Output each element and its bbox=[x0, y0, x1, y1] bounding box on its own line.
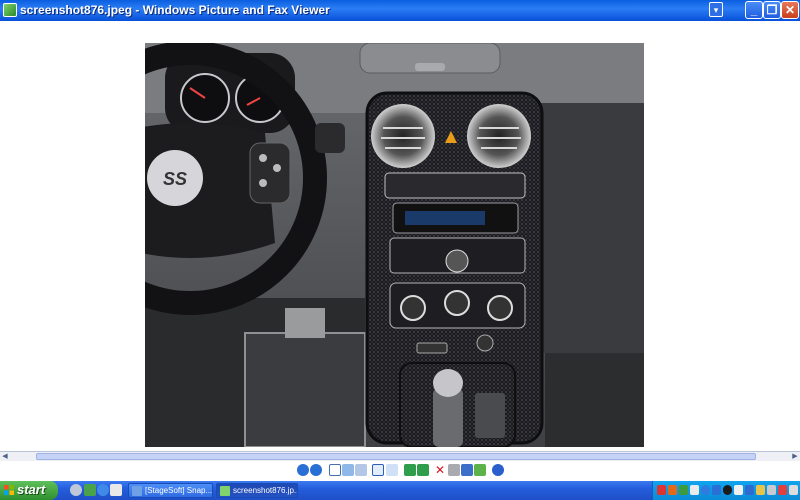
print-icon[interactable] bbox=[448, 464, 460, 476]
tray-bluetooth-icon[interactable] bbox=[745, 485, 754, 495]
tray-folder-icon[interactable] bbox=[756, 485, 765, 495]
scroll-left-icon[interactable]: ◀ bbox=[0, 452, 10, 461]
delete-icon[interactable]: ✕ bbox=[434, 464, 446, 476]
picture-viewer-icon bbox=[220, 486, 230, 496]
minimize-button[interactable]: _ bbox=[745, 1, 763, 19]
taskbar: start [StageSoft] Snap... screenshot876.… bbox=[0, 481, 800, 500]
scroll-thumb[interactable] bbox=[36, 453, 756, 460]
copy-to-icon[interactable] bbox=[461, 464, 473, 476]
scroll-right-icon[interactable]: ▶ bbox=[790, 452, 800, 461]
maximize-button[interactable]: ❐ bbox=[763, 1, 781, 19]
task-label: screenshot876.jp... bbox=[233, 486, 298, 495]
title-bar: screenshot876.jpeg - Windows Picture and… bbox=[0, 0, 800, 22]
next-image-icon[interactable] bbox=[310, 464, 322, 476]
viewer-toolbar: ✕ bbox=[0, 461, 800, 481]
close-open-for-editing-icon[interactable] bbox=[474, 464, 486, 476]
task-button-picture-viewer[interactable]: screenshot876.jp... bbox=[216, 483, 298, 498]
tray-network-icon[interactable] bbox=[679, 485, 688, 495]
rotate-counterclockwise-icon[interactable] bbox=[417, 464, 429, 476]
quicklaunch-app-icon[interactable] bbox=[70, 484, 82, 496]
best-fit-icon[interactable] bbox=[329, 464, 341, 476]
tray-app-icon[interactable] bbox=[668, 485, 677, 495]
tray-device-icon[interactable] bbox=[734, 485, 743, 495]
stagesoft-app-icon bbox=[132, 486, 142, 496]
image-viewport: SS bbox=[0, 21, 800, 451]
start-button[interactable]: start bbox=[0, 481, 58, 500]
close-button[interactable]: ✕ bbox=[781, 1, 799, 19]
quicklaunch-desktop-icon[interactable] bbox=[110, 484, 122, 496]
help-icon[interactable] bbox=[492, 464, 504, 476]
rotate-clockwise-icon[interactable] bbox=[404, 464, 416, 476]
task-button-stagesoft[interactable]: [StageSoft] Snap... bbox=[128, 483, 213, 498]
zoom-in-icon[interactable] bbox=[372, 464, 384, 476]
tray-media-icon[interactable] bbox=[723, 485, 732, 495]
previous-image-icon[interactable] bbox=[297, 464, 309, 476]
zoom-out-icon[interactable] bbox=[386, 464, 398, 476]
task-label: [StageSoft] Snap... bbox=[145, 486, 213, 495]
start-slideshow-icon[interactable] bbox=[355, 464, 367, 476]
quicklaunch-messenger-icon[interactable] bbox=[84, 484, 96, 496]
tray-antivirus-icon[interactable] bbox=[657, 485, 666, 495]
tray-window-icon[interactable] bbox=[690, 485, 699, 495]
tray-security-icon[interactable] bbox=[712, 485, 721, 495]
svg-text:SS: SS bbox=[163, 169, 187, 189]
actual-size-icon[interactable] bbox=[342, 464, 354, 476]
system-tray bbox=[652, 481, 800, 500]
quicklaunch-ie-icon[interactable] bbox=[97, 484, 109, 496]
windows-logo-icon bbox=[4, 485, 14, 495]
tray-alert-icon[interactable] bbox=[778, 485, 787, 495]
tray-update-icon[interactable] bbox=[701, 485, 710, 495]
tray-volume-icon[interactable] bbox=[767, 485, 776, 495]
displayed-photo: SS bbox=[145, 43, 644, 447]
start-label: start bbox=[17, 482, 46, 497]
window-title: screenshot876.jpeg - Windows Picture and… bbox=[20, 3, 330, 17]
picture-viewer-icon[interactable] bbox=[3, 3, 17, 17]
title-dropdown-button[interactable]: ▾ bbox=[709, 2, 723, 17]
tray-clock-icon[interactable] bbox=[789, 485, 798, 495]
